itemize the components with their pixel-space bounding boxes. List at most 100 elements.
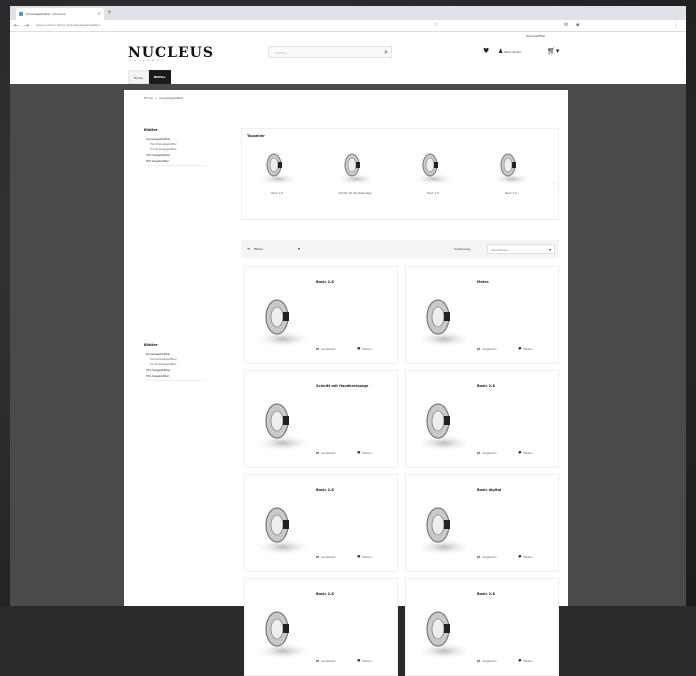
compare-button[interactable]: ⇄ Vergleichen [477,346,497,351]
wishlist-heart-icon[interactable]: ♥ [483,47,489,55]
sidebar-item-stichsaege[interactable]: Stichsägeblätter [146,368,206,372]
sidebar-item-handkreis[interactable]: Handkreissägeblätter [150,143,206,146]
sort-label: Sortierung: [454,247,471,251]
sidebar-item-hm[interactable]: HM-Sägeblätter [146,374,206,378]
compare-label: Vergleichen [321,452,336,455]
compare-icon: ⇄ [316,554,320,559]
logo[interactable]: NUCLEUS [128,45,214,61]
search-placeholder: Suchen... [275,51,289,55]
product-card[interactable]: Schnitt mit Handkreissäge ⇄ Vergleichen … [244,370,398,468]
product-card[interactable]: Basic 2.8 ⇄ Vergleichen ♥ Merken [244,578,398,676]
product-title[interactable]: Basic 2.8 [477,592,495,596]
product-card[interactable]: Basic 2.8 ⇄ Vergleichen ♥ Merken [244,474,398,572]
nav-item-home[interactable]: Home [128,70,149,84]
settings-icon[interactable]: ⚙ [564,22,568,28]
remember-button[interactable]: ♥ Merken [357,658,372,663]
filter-icon: ≡ [247,246,251,251]
product-title[interactable]: Basic digital [477,488,501,492]
close-tab-icon[interactable]: × [98,11,101,16]
topseller-item[interactable]: Schnitt mit Handkreissäge [322,145,382,215]
address-bar: ← → www.nucleus-demo.de/kreissaegeblaett… [10,20,686,32]
site-header: Service/Hilfe NUCLEUS SHOPWARE Suchen...… [10,32,686,84]
sidebar-item-kreissaegeblaetter[interactable]: Kreissägeblätter [146,137,206,141]
account-button[interactable]: ♟ Mein Konto [498,48,521,55]
compare-label: Vergleichen [482,348,497,351]
sidebar-item-hm[interactable]: HM-Sägeblätter [146,159,206,163]
nav-item-blaetter[interactable]: Blätter [148,70,171,84]
compare-button[interactable]: ⇄ Vergleichen [316,554,336,559]
remember-button[interactable]: ♥ Merken [518,346,533,351]
extension-icon[interactable]: ▪ [576,22,579,28]
remember-button[interactable]: ♥ Merken [357,450,372,455]
search-input[interactable]: Suchen... ⌕ [268,46,392,58]
product-image [414,299,474,348]
sidebar-item-tischkreis[interactable]: Tischkreissägeblätter [150,148,206,151]
breadcrumb-home[interactable]: Home [144,96,153,100]
back-icon[interactable]: ← [14,22,19,29]
chevron-down-icon: ▾ [297,246,300,251]
category-sidebar-sticky: Blätter Kreissägeblätter Handkreissägebl… [144,343,206,383]
remember-button[interactable]: ♥ Merken [518,450,533,455]
forward-icon[interactable]: → [24,22,29,29]
heart-icon: ♥ [518,346,522,351]
product-image [414,507,474,556]
heart-icon: ♥ [357,450,361,455]
favicon-icon [19,12,23,16]
slider-next-icon[interactable]: › [553,181,555,187]
remember-label: Merken [362,660,372,663]
sidebar-item-handkreis[interactable]: Handkreissägeblätter [150,358,206,361]
heart-icon: ♥ [518,450,522,455]
remember-button[interactable]: ♥ Merken [518,554,533,559]
remember-button[interactable]: ♥ Merken [357,554,372,559]
remember-button[interactable]: ♥ Merken [357,346,372,351]
topseller-item[interactable]: Basic 1.8 [400,145,460,215]
product-card[interactable]: Basic 2.8 ⇄ Vergleichen ♥ Merken [405,370,559,468]
filter-label: Filtern [254,247,264,251]
heart-icon: ♥ [518,554,522,559]
product-title[interactable]: Metro [477,280,489,284]
product-title[interactable]: Basic 2.8 [477,384,495,388]
compare-icon: ⇄ [477,658,481,663]
product-card[interactable]: Basic digital ⇄ Vergleichen ♥ Merken [405,474,559,572]
remember-label: Merken [523,452,533,455]
compare-button[interactable]: ⇄ Vergleichen [316,658,336,663]
remember-label: Merken [362,452,372,455]
search-icon[interactable]: ⌕ [384,48,388,57]
cart-icon[interactable]: 🛒︎▾ [547,47,559,55]
compare-button[interactable]: ⇄ Vergleichen [477,554,497,559]
service-link[interactable]: Service/Hilfe [526,34,545,38]
sort-select[interactable]: Beliebtheit ▾ [487,244,555,254]
filter-button[interactable]: ≡ Filtern ▾ [246,244,304,254]
compare-label: Vergleichen [321,660,336,663]
remember-button[interactable]: ♥ Merken [518,658,533,663]
product-title[interactable]: Schnitt mit Handkreissäge [316,384,368,388]
category-sidebar: Blätter Kreissägeblätter Handkreissägebl… [144,128,206,168]
topseller-item[interactable]: Basic 1.8 [244,145,304,215]
sidebar-item-tischkreis[interactable]: Tischkreissägeblätter [150,363,206,366]
browser-tab[interactable]: Kreissägeblätter | Nucleus × [16,8,104,20]
menu-icon[interactable]: ⋮ [674,22,679,28]
product-title[interactable]: Basic 2.8 [316,592,334,596]
chevron-down-icon: ▾ [548,247,551,252]
topseller-label: Schnitt mit Handkreissäge [338,192,372,195]
new-tab-icon[interactable]: + [107,9,112,16]
product-card[interactable]: Metro ⇄ Vergleichen ♥ Merken [405,266,559,364]
product-card[interactable]: Basic 2.8 ⇄ Vergleichen ♥ Merken [244,266,398,364]
bookmark-star-icon[interactable]: ☆ [434,22,438,28]
sidebar-item-kreissaegeblaetter[interactable]: Kreissägeblätter [146,352,206,356]
breadcrumb-current[interactable]: Kreissägeblätter [159,96,184,100]
product-title[interactable]: Basic 2.8 [316,280,334,284]
compare-button[interactable]: ⇄ Vergleichen [316,450,336,455]
topseller-item[interactable]: Basic 1.8 [478,145,538,215]
url-field[interactable]: www.nucleus-demo.de/kreissaegeblaetter/ [36,23,436,29]
compare-button[interactable]: ⇄ Vergleichen [477,450,497,455]
compare-button[interactable]: ⇄ Vergleichen [477,658,497,663]
heart-icon: ♥ [357,346,361,351]
logo-subtitle: SHOPWARE [130,60,166,62]
compare-button[interactable]: ⇄ Vergleichen [316,346,336,351]
sidebar-item-stichsaege[interactable]: Stichsägeblätter [146,153,206,157]
product-image [413,153,455,185]
product-card[interactable]: Basic 2.8 ⇄ Vergleichen ♥ Merken [405,578,559,676]
sidebar-divider [144,380,206,381]
product-title[interactable]: Basic 2.8 [316,488,334,492]
